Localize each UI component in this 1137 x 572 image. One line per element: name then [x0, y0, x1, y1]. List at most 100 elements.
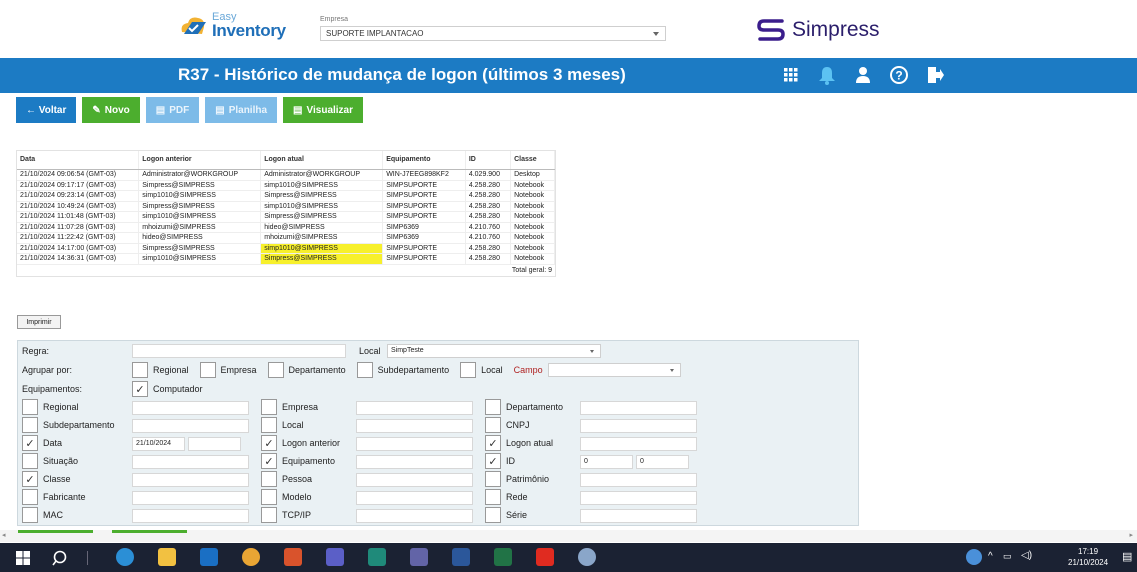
regra-input[interactable] [132, 344, 346, 358]
departamento-label: Departamento [506, 402, 564, 412]
windows-start-icon[interactable] [16, 551, 30, 565]
cnpj-checkbox[interactable] [485, 417, 501, 433]
subdepartamento-checkbox[interactable] [22, 417, 38, 433]
chevron-up-icon[interactable]: ^ [988, 551, 993, 562]
data-to-input[interactable] [188, 437, 241, 451]
campo-dropdown[interactable] [547, 363, 681, 377]
regional-input[interactable] [132, 401, 249, 415]
teams-classic-icon[interactable] [410, 548, 428, 566]
equipamento-input[interactable] [356, 455, 473, 469]
subdepartamento-label: Subdepartamento [43, 420, 115, 430]
situacao-checkbox[interactable] [22, 453, 38, 469]
logon-atual-input[interactable] [580, 437, 697, 451]
logout-icon[interactable] [924, 64, 946, 86]
empresa-input[interactable] [356, 401, 473, 415]
empresa-checkbox[interactable] [261, 399, 277, 415]
departamento-input[interactable] [580, 401, 697, 415]
chrome-icon[interactable] [242, 548, 260, 566]
classe-input[interactable] [132, 473, 249, 487]
regional-checkbox[interactable] [22, 399, 38, 415]
network-icon[interactable]: ▭ [1003, 551, 1012, 562]
patrimonio-checkbox[interactable] [485, 471, 501, 487]
app-icon[interactable] [284, 548, 302, 566]
paint-icon[interactable] [578, 548, 596, 566]
clock[interactable]: 17:19 21/10/2024 [1068, 546, 1108, 568]
acrobat-icon[interactable] [536, 548, 554, 566]
excel-icon[interactable] [494, 548, 512, 566]
mac-checkbox[interactable] [22, 507, 38, 523]
word-icon[interactable] [452, 548, 470, 566]
tcpip-input[interactable] [356, 509, 473, 523]
rede-checkbox[interactable] [485, 489, 501, 505]
search-icon[interactable] [52, 549, 70, 567]
table-cell: 4.258.280 [465, 211, 512, 223]
pdf-button[interactable]: ▤ PDF [145, 97, 200, 123]
fabricante-input[interactable] [132, 491, 249, 505]
file-explorer-icon[interactable] [158, 548, 176, 566]
group-subdepartamento-checkbox[interactable] [356, 362, 373, 378]
cnpj-input[interactable] [580, 419, 697, 433]
data-checkbox[interactable]: ✓ [22, 435, 38, 451]
computador-label: Computador [153, 384, 203, 394]
modelo-checkbox[interactable] [261, 489, 277, 505]
visualizar-button[interactable]: ▤ Visualizar [283, 97, 364, 123]
classe-checkbox[interactable]: ✓ [22, 471, 38, 487]
empresa-dropdown[interactable]: SUPORTE IMPLANTACAO [320, 26, 666, 41]
document-icon: ▤ [155, 104, 166, 116]
voltar-button[interactable]: ← Voltar [16, 97, 77, 123]
local-checkbox[interactable] [261, 417, 277, 433]
fabricante-checkbox[interactable] [22, 489, 38, 505]
planilha-button[interactable]: ▤ Planilha [205, 97, 278, 123]
edge-icon[interactable] [116, 548, 134, 566]
subdepartamento-input[interactable] [132, 419, 249, 433]
scroll-right-icon[interactable]: ▸ [1129, 531, 1133, 539]
equipamento-checkbox[interactable]: ✓ [261, 453, 277, 469]
table-cell: 4.210.760 [465, 232, 512, 244]
table-cell: hideo@SIMPRESS [138, 232, 262, 244]
novo-button[interactable]: ✎ Novo [82, 97, 140, 123]
id-checkbox[interactable]: ✓ [485, 453, 501, 469]
mac-input[interactable] [132, 509, 249, 523]
notification-icon[interactable]: ▤ [1122, 550, 1132, 563]
simpress-mark-icon [757, 19, 785, 41]
volume-icon[interactable]: ◁) [1021, 550, 1032, 561]
outlook-icon[interactable] [200, 548, 218, 566]
logo-inventory-text: Inventory [212, 21, 286, 40]
tcpip-checkbox[interactable] [261, 507, 277, 523]
serie-checkbox[interactable] [485, 507, 501, 523]
group-local-checkbox[interactable] [460, 362, 477, 378]
id-to-input[interactable]: 0 [636, 455, 689, 469]
pessoa-input[interactable] [356, 473, 473, 487]
table-cell: 21/10/2024 14:17:00 (GMT-03) [17, 243, 140, 254]
bell-icon[interactable] [816, 64, 838, 86]
group-departamento-checkbox[interactable] [267, 362, 284, 378]
modelo-input[interactable] [356, 491, 473, 505]
id-from-input[interactable]: 0 [580, 455, 633, 469]
logon-anterior-input[interactable] [356, 437, 473, 451]
patrimonio-input[interactable] [580, 473, 697, 487]
local-dropdown[interactable]: SimpTeste [387, 344, 601, 358]
departamento-checkbox[interactable] [485, 399, 501, 415]
teams-icon[interactable] [326, 548, 344, 566]
scroll-left-icon[interactable]: ◂ [2, 531, 6, 539]
group-regional-checkbox[interactable] [132, 362, 148, 378]
logon-anterior-checkbox[interactable]: ✓ [261, 435, 277, 451]
local-input[interactable] [356, 419, 473, 433]
help-tray-icon[interactable] [966, 549, 982, 565]
horizontal-scrollbar[interactable]: ◂ ▸ [0, 530, 1137, 542]
taskbar-divider [87, 551, 88, 565]
user-icon[interactable] [852, 64, 874, 86]
logon-atual-checkbox[interactable]: ✓ [485, 435, 501, 451]
group-empresa-checkbox[interactable] [199, 362, 216, 378]
imprimir-button[interactable]: Imprimir [17, 315, 61, 329]
pessoa-checkbox[interactable] [261, 471, 277, 487]
serie-input[interactable] [580, 509, 697, 523]
table-row: 21/10/2024 09:17:17 (GMT-03) Simpress@SIM… [17, 180, 555, 191]
sharepoint-icon[interactable] [368, 548, 386, 566]
grid-icon[interactable] [780, 64, 802, 86]
situacao-input[interactable] [132, 455, 249, 469]
rede-input[interactable] [580, 491, 697, 505]
computador-checkbox[interactable]: ✓ [132, 381, 148, 397]
help-icon[interactable]: ? [888, 64, 910, 86]
data-from-input[interactable]: 21/10/2024 [132, 437, 185, 451]
